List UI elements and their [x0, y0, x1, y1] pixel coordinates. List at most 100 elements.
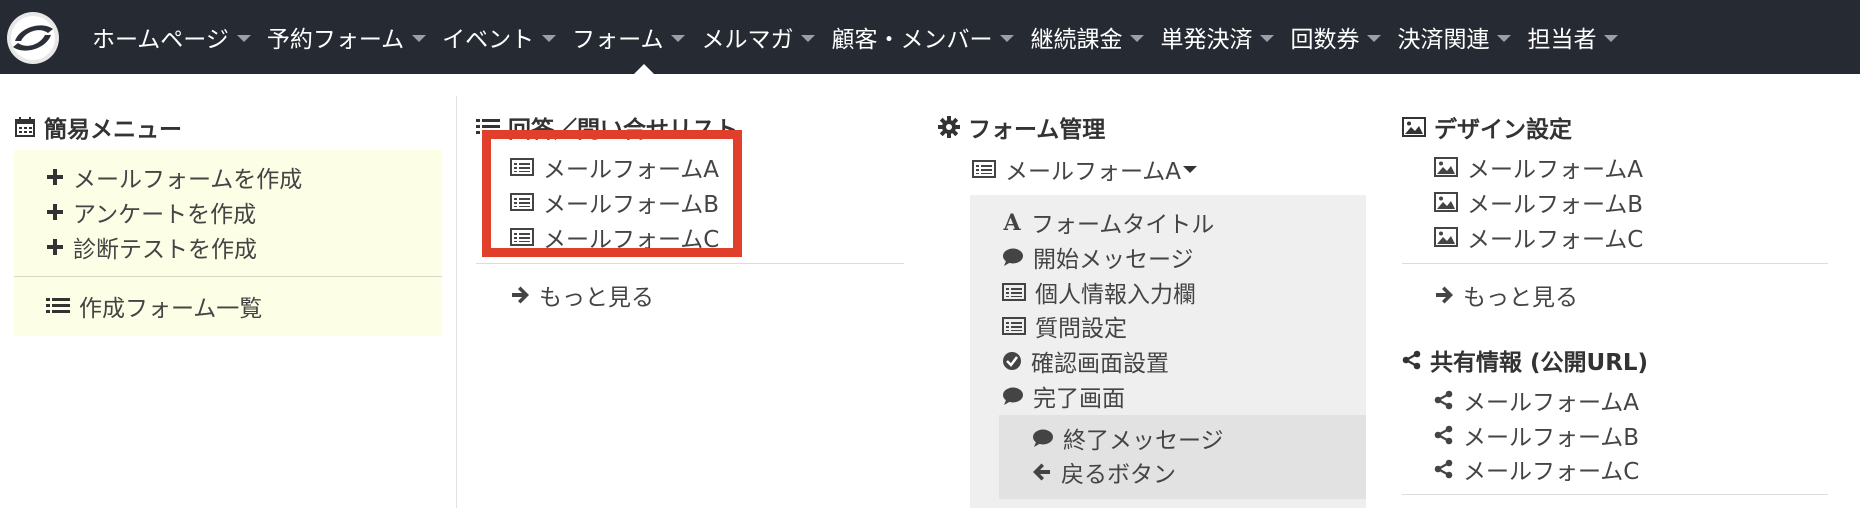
list-icon	[46, 298, 70, 313]
design-item-c[interactable]: メールフォームC	[1434, 220, 1643, 254]
share-icon	[1402, 350, 1421, 370]
nav-item-payment-related[interactable]: 決済関連	[1397, 0, 1512, 74]
personal-info-link[interactable]: 個人情報入力欄	[1002, 275, 1196, 309]
form-icon	[972, 160, 996, 178]
menu-item-label: フォームタイトル	[1031, 212, 1215, 238]
nav-item-label: 継続課金	[1030, 27, 1123, 53]
nav-item-label: イベント	[442, 27, 535, 53]
nav-item-label: 単発決済	[1160, 27, 1253, 53]
menu-item-label: 診断テストを作成	[73, 237, 257, 263]
nav-item-label: 回数券	[1290, 27, 1360, 53]
nav-menu: ホームページ 予約フォーム イベント フォーム メルマガ 顧客・メンバー 継続課…	[92, 0, 1634, 74]
nav-item-single-payment[interactable]: 単発決済	[1160, 0, 1275, 74]
column-divider	[456, 96, 457, 508]
create-mailform-link[interactable]: メールフォームを作成	[46, 160, 302, 194]
back-button-link[interactable]: 戻るボタン	[1032, 455, 1176, 489]
svg-text:A: A	[1002, 212, 1021, 232]
gear-icon	[938, 116, 960, 138]
comment-icon	[1033, 429, 1053, 447]
nav-item-label: 決済関連	[1397, 27, 1490, 53]
menu-item-label: 確認画面設置	[1031, 351, 1169, 377]
check-circle-icon	[1003, 352, 1021, 370]
app-logo[interactable]	[6, 11, 60, 65]
nav-item-mailmag[interactable]: メルマガ	[701, 0, 816, 74]
responses-more-link[interactable]: もっと見る	[510, 278, 654, 312]
font-icon: A	[1002, 212, 1021, 232]
nav-item-form[interactable]: フォーム	[572, 0, 686, 74]
comment-icon	[1003, 248, 1023, 266]
nav-item-label: メルマガ	[701, 27, 794, 53]
menu-item-label: 終了メッセージ	[1063, 428, 1224, 454]
form-list-link[interactable]: 作成フォーム一覧	[46, 289, 262, 323]
form-icon	[1002, 283, 1026, 301]
design-item-a[interactable]: メールフォームA	[1434, 150, 1643, 184]
end-message-link[interactable]: 終了メッセージ	[1032, 421, 1224, 455]
caret-down-icon	[1367, 34, 1382, 42]
share-item-label: メールフォームC	[1463, 459, 1640, 485]
menu-item-label: 完了画面	[1033, 386, 1125, 412]
simple-menu-title: 簡易メニュー	[44, 117, 182, 143]
caret-down-icon	[671, 34, 686, 42]
divider	[14, 276, 442, 277]
caret-down-icon	[412, 34, 427, 42]
create-survey-link[interactable]: アンケートを作成	[46, 195, 256, 229]
form-manage-heading: フォーム管理	[938, 110, 1105, 144]
highlight-box	[482, 130, 742, 257]
share-item-a[interactable]: メールフォームA	[1434, 383, 1639, 417]
menu-item-label: 質問設定	[1035, 316, 1127, 342]
caret-down-icon	[236, 34, 251, 42]
nav-item-customers[interactable]: 顧客・メンバー	[831, 0, 1015, 74]
nav-item-homepage[interactable]: ホームページ	[92, 0, 251, 74]
menu-item-label: アンケートを作成	[73, 202, 257, 228]
caret-down-icon	[1183, 166, 1198, 173]
nav-item-label: 予約フォーム	[266, 27, 405, 53]
nav-item-event[interactable]: イベント	[442, 0, 557, 74]
plus-icon	[47, 239, 63, 255]
share-icon	[1434, 425, 1453, 445]
share-title: 共有情報 (公開URL)	[1430, 350, 1649, 376]
logo-icon	[7, 12, 59, 64]
form-title-link[interactable]: A フォームタイトル	[1002, 205, 1214, 239]
calendar-icon	[15, 117, 35, 137]
arrow-right-icon	[1436, 286, 1453, 304]
question-settings-link[interactable]: 質問設定	[1002, 309, 1127, 343]
divider	[476, 263, 904, 264]
image-icon	[1434, 157, 1458, 177]
nav-item-coupons[interactable]: 回数券	[1290, 0, 1382, 74]
caret-down-icon	[1497, 34, 1512, 42]
design-item-label: メールフォームA	[1467, 157, 1644, 183]
nav-item-subscription[interactable]: 継続課金	[1030, 0, 1145, 74]
menu-item-label: 戻るボタン	[1061, 462, 1176, 488]
design-heading: デザイン設定	[1402, 110, 1572, 144]
caret-down-icon	[1000, 34, 1015, 42]
caret-down-icon	[1604, 34, 1619, 42]
share-heading: 共有情報 (公開URL)	[1402, 343, 1648, 377]
share-icon	[1434, 459, 1453, 479]
plus-icon	[47, 204, 63, 220]
image-icon	[1402, 117, 1426, 137]
create-diagnosis-link[interactable]: 診断テストを作成	[46, 230, 257, 264]
confirm-screen-link[interactable]: 確認画面設置	[1002, 344, 1169, 378]
share-item-label: メールフォームB	[1463, 425, 1640, 451]
image-icon	[1434, 227, 1458, 247]
share-item-c[interactable]: メールフォームC	[1434, 452, 1639, 486]
design-item-label: メールフォームB	[1467, 192, 1644, 218]
menu-item-label: 個人情報入力欄	[1035, 282, 1196, 308]
form-select-dropdown[interactable]: メールフォームA	[972, 152, 1198, 186]
plus-icon	[47, 169, 63, 185]
caret-down-icon	[801, 34, 816, 42]
caret-down-icon	[542, 34, 557, 42]
share-item-b[interactable]: メールフォームB	[1434, 418, 1639, 452]
form-manage-title: フォーム管理	[968, 117, 1106, 143]
simple-menu-heading: 簡易メニュー	[14, 110, 182, 144]
design-item-b[interactable]: メールフォームB	[1434, 185, 1643, 219]
more-label: もっと見る	[539, 285, 654, 311]
nav-item-reservation-form[interactable]: 予約フォーム	[266, 0, 427, 74]
design-more-link[interactable]: もっと見る	[1434, 278, 1578, 312]
complete-screen-link[interactable]: 完了画面	[1002, 379, 1125, 413]
start-message-link[interactable]: 開始メッセージ	[1002, 240, 1194, 274]
arrow-left-icon	[1033, 463, 1050, 481]
nav-item-staff[interactable]: 担当者	[1527, 0, 1619, 74]
comment-icon	[1003, 387, 1023, 405]
divider	[1402, 263, 1828, 264]
